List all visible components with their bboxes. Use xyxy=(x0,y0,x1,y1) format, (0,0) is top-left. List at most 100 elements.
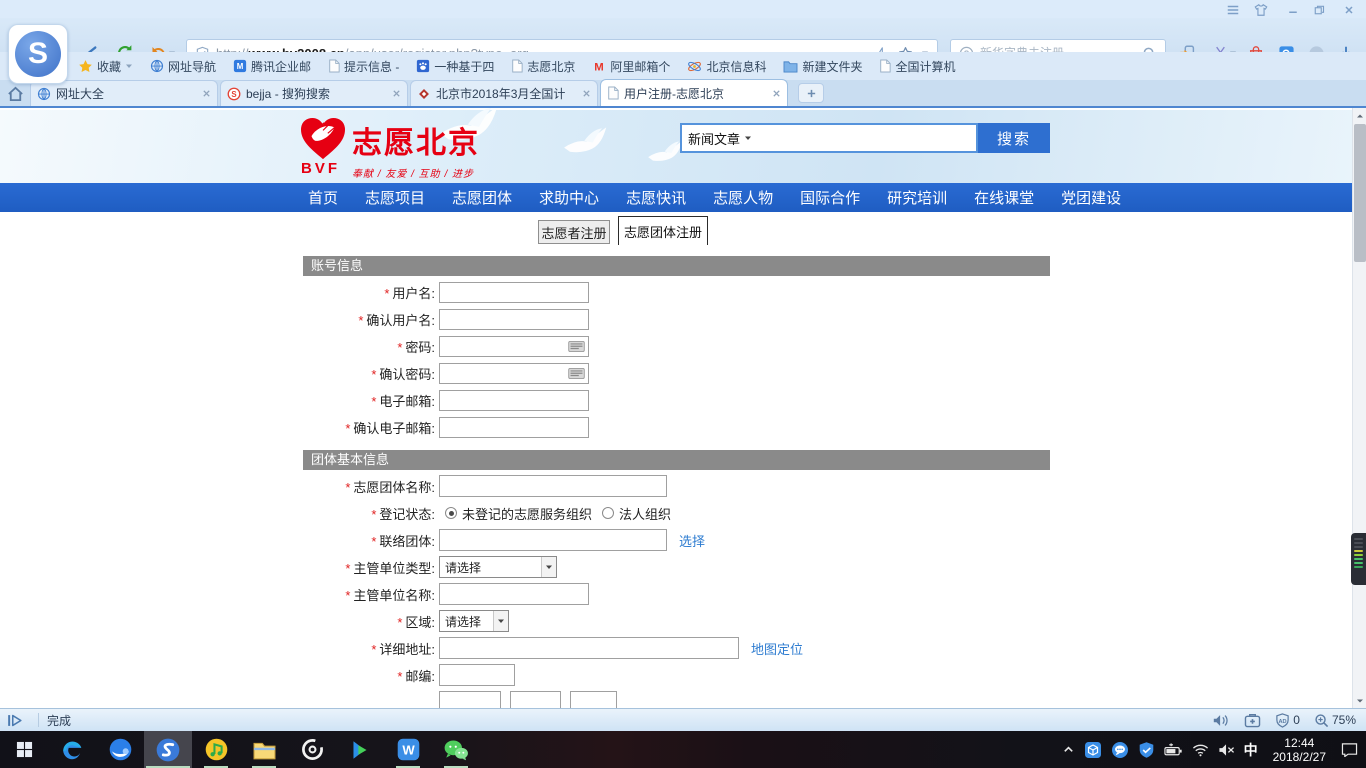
nav-item[interactable]: 党团建设 xyxy=(1061,187,1121,208)
input-field[interactable] xyxy=(440,638,738,658)
radio-circle[interactable] xyxy=(602,507,614,519)
browser-tab[interactable]: Sbejja - 搜狗搜索 xyxy=(220,80,408,106)
input-field[interactable] xyxy=(440,665,514,685)
scroll-up-button[interactable] xyxy=(1353,108,1366,123)
input-field[interactable] xyxy=(440,418,588,437)
wifi-icon[interactable] xyxy=(1192,743,1209,757)
choose-link[interactable]: 选择 xyxy=(679,531,705,550)
zoom-control[interactable]: 75% xyxy=(1314,713,1356,728)
nav-item[interactable]: 志愿人物 xyxy=(713,187,773,208)
input-field[interactable] xyxy=(440,337,588,356)
skin-button[interactable] xyxy=(1250,2,1272,17)
bookmark-item[interactable]: M腾讯企业邮 xyxy=(233,58,311,75)
text-input[interactable] xyxy=(439,282,589,303)
map-locate-link[interactable]: 地图定位 xyxy=(751,639,803,658)
ad-filter-badge[interactable]: AD 0 xyxy=(1275,713,1300,728)
header-search-box[interactable]: 新闻文章 xyxy=(680,123,978,153)
password-input[interactable] xyxy=(439,363,589,384)
nav-item[interactable]: 研究培训 xyxy=(887,187,947,208)
radio-option[interactable]: 未登记的志愿服务组织 xyxy=(445,504,592,523)
sidebar-toggle-button[interactable] xyxy=(0,713,30,728)
input-field[interactable] xyxy=(440,476,666,496)
taskbar-item-sogou-browser[interactable] xyxy=(144,731,192,768)
tray-chat-icon[interactable] xyxy=(1111,741,1129,759)
text-input[interactable] xyxy=(439,417,589,438)
side-widget[interactable] xyxy=(1351,533,1366,585)
password-input[interactable] xyxy=(439,336,589,357)
volume-muted-icon[interactable] xyxy=(1218,743,1235,757)
search-button[interactable]: 搜索 xyxy=(978,123,1050,153)
sound-button[interactable] xyxy=(1212,713,1230,728)
new-tab-button[interactable] xyxy=(798,83,824,103)
text-input[interactable] xyxy=(439,691,501,708)
taskbar-clock[interactable]: 12:44 2018/2/27 xyxy=(1273,736,1326,764)
input-language-indicator[interactable]: 中 xyxy=(1244,740,1258,760)
keyboard-icon[interactable] xyxy=(568,341,585,352)
text-input[interactable] xyxy=(570,691,617,708)
text-input[interactable] xyxy=(439,637,739,659)
notification-center-button[interactable] xyxy=(1341,742,1358,757)
tab-close-button[interactable] xyxy=(202,89,211,98)
taskbar-item-file-explorer[interactable] xyxy=(240,731,288,768)
taskbar-item-edge[interactable] xyxy=(48,731,96,768)
nav-item[interactable]: 志愿团体 xyxy=(452,187,512,208)
article-type-dropdown[interactable]: 新闻文章 xyxy=(682,129,752,148)
input-field[interactable] xyxy=(440,391,588,410)
text-input[interactable] xyxy=(439,309,589,330)
nav-item[interactable]: 首页 xyxy=(308,187,338,208)
taskbar-item-qq-browser[interactable] xyxy=(96,731,144,768)
text-input[interactable] xyxy=(439,390,589,411)
nav-item[interactable]: 志愿快讯 xyxy=(626,187,686,208)
close-button[interactable] xyxy=(1338,2,1360,17)
nav-item[interactable]: 志愿项目 xyxy=(365,187,425,208)
keyboard-icon[interactable] xyxy=(568,368,585,379)
battery-icon[interactable] xyxy=(1164,743,1183,757)
bookmark-item[interactable]: M阿里邮箱个 xyxy=(592,58,670,75)
text-input[interactable] xyxy=(510,691,561,708)
bookmark-item[interactable]: 提示信息 - xyxy=(328,58,399,75)
tab-close-button[interactable] xyxy=(392,89,401,98)
sogou-logo-badge[interactable]: S xyxy=(8,24,68,84)
tray-shield-icon[interactable] xyxy=(1138,741,1155,759)
menu-button[interactable] xyxy=(1222,2,1244,17)
nav-item[interactable]: 在线课堂 xyxy=(974,187,1034,208)
bookmark-item[interactable]: 志愿北京 xyxy=(511,58,575,75)
minimize-button[interactable] xyxy=(1282,2,1304,17)
taskbar-item-wps-writer[interactable]: W xyxy=(384,731,432,768)
scroll-thumb[interactable] xyxy=(1354,124,1366,262)
text-input[interactable] xyxy=(439,664,515,686)
radio-option[interactable]: 法人组织 xyxy=(602,504,671,523)
radio-circle[interactable] xyxy=(445,507,457,519)
restore-button[interactable] xyxy=(1308,2,1330,17)
taskbar-item-media-ring[interactable] xyxy=(288,731,336,768)
page-scrollbar[interactable] xyxy=(1352,108,1366,708)
text-input[interactable] xyxy=(439,529,667,551)
taskbar-item-wechat[interactable] xyxy=(432,731,480,768)
tab-org-register[interactable]: 志愿团体注册 xyxy=(618,216,708,245)
bookmark-item[interactable]: 新建文件夹 xyxy=(783,58,862,75)
bookmark-item[interactable]: 收藏 xyxy=(78,58,133,75)
tab-volunteer-register[interactable]: 志愿者注册 xyxy=(538,220,610,244)
select-box[interactable]: 请选择 xyxy=(439,556,557,578)
taskbar-item-qq-music[interactable] xyxy=(192,731,240,768)
browser-tab[interactable]: 北京市2018年3月全国计 xyxy=(410,80,598,106)
bookmark-item[interactable]: 北京信息科 xyxy=(687,58,766,75)
input-field[interactable] xyxy=(440,584,588,604)
browser-tab[interactable]: 用户注册-志愿北京 xyxy=(600,79,788,106)
bookmark-item[interactable]: 全国计算机 xyxy=(879,58,955,75)
taskbar-item-tencent-video[interactable] xyxy=(336,731,384,768)
input-field[interactable] xyxy=(440,310,588,329)
tab-close-button[interactable] xyxy=(772,89,781,98)
select-caret[interactable] xyxy=(541,557,556,577)
text-input[interactable] xyxy=(439,583,589,605)
input-field[interactable] xyxy=(440,530,666,550)
tray-expand-button[interactable] xyxy=(1062,743,1075,756)
input-field[interactable] xyxy=(440,283,588,302)
input-field[interactable] xyxy=(440,364,588,383)
start-button[interactable] xyxy=(0,731,48,768)
select-caret[interactable] xyxy=(493,611,508,631)
nav-item[interactable]: 国际合作 xyxy=(800,187,860,208)
text-input[interactable] xyxy=(439,475,667,497)
scroll-down-button[interactable] xyxy=(1353,693,1366,708)
toolbox-button[interactable] xyxy=(1244,713,1261,728)
